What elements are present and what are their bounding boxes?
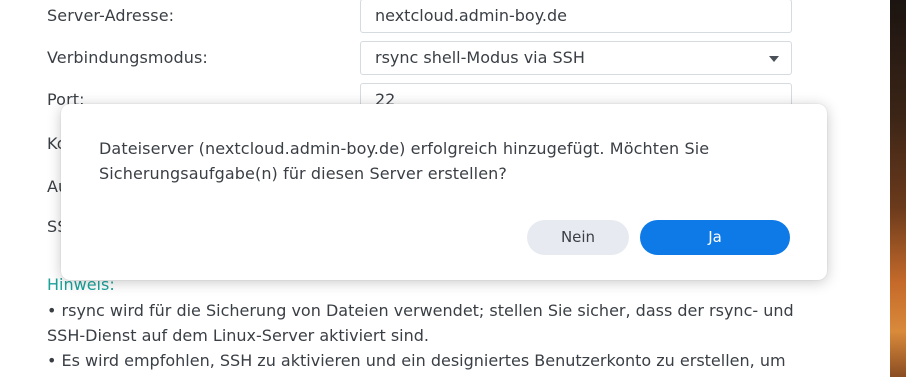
server-address-field[interactable]: nextcloud.admin-boy.de xyxy=(360,0,792,33)
hint-bullet-1: • rsync wird für die Sicherung von Datei… xyxy=(47,301,794,345)
chevron-down-icon xyxy=(769,56,779,62)
no-button[interactable]: Nein xyxy=(527,220,629,255)
connection-mode-label: Verbindungsmodus: xyxy=(47,48,208,67)
server-address-label: Server-Adresse: xyxy=(47,6,175,25)
desktop-wallpaper-edge xyxy=(890,0,906,377)
yes-button[interactable]: Ja xyxy=(640,220,790,255)
hint-bullet-2: • Es wird empfohlen, SSH zu aktivieren u… xyxy=(47,351,786,370)
confirmation-dialog: Dateiserver (nextcloud.admin-boy.de) erf… xyxy=(61,104,827,280)
connection-mode-select[interactable]: rsync shell-Modus via SSH xyxy=(360,41,792,75)
connection-mode-value: rsync shell-Modus via SSH xyxy=(375,48,585,67)
dialog-message: Dateiserver (nextcloud.admin-boy.de) erf… xyxy=(99,139,710,183)
